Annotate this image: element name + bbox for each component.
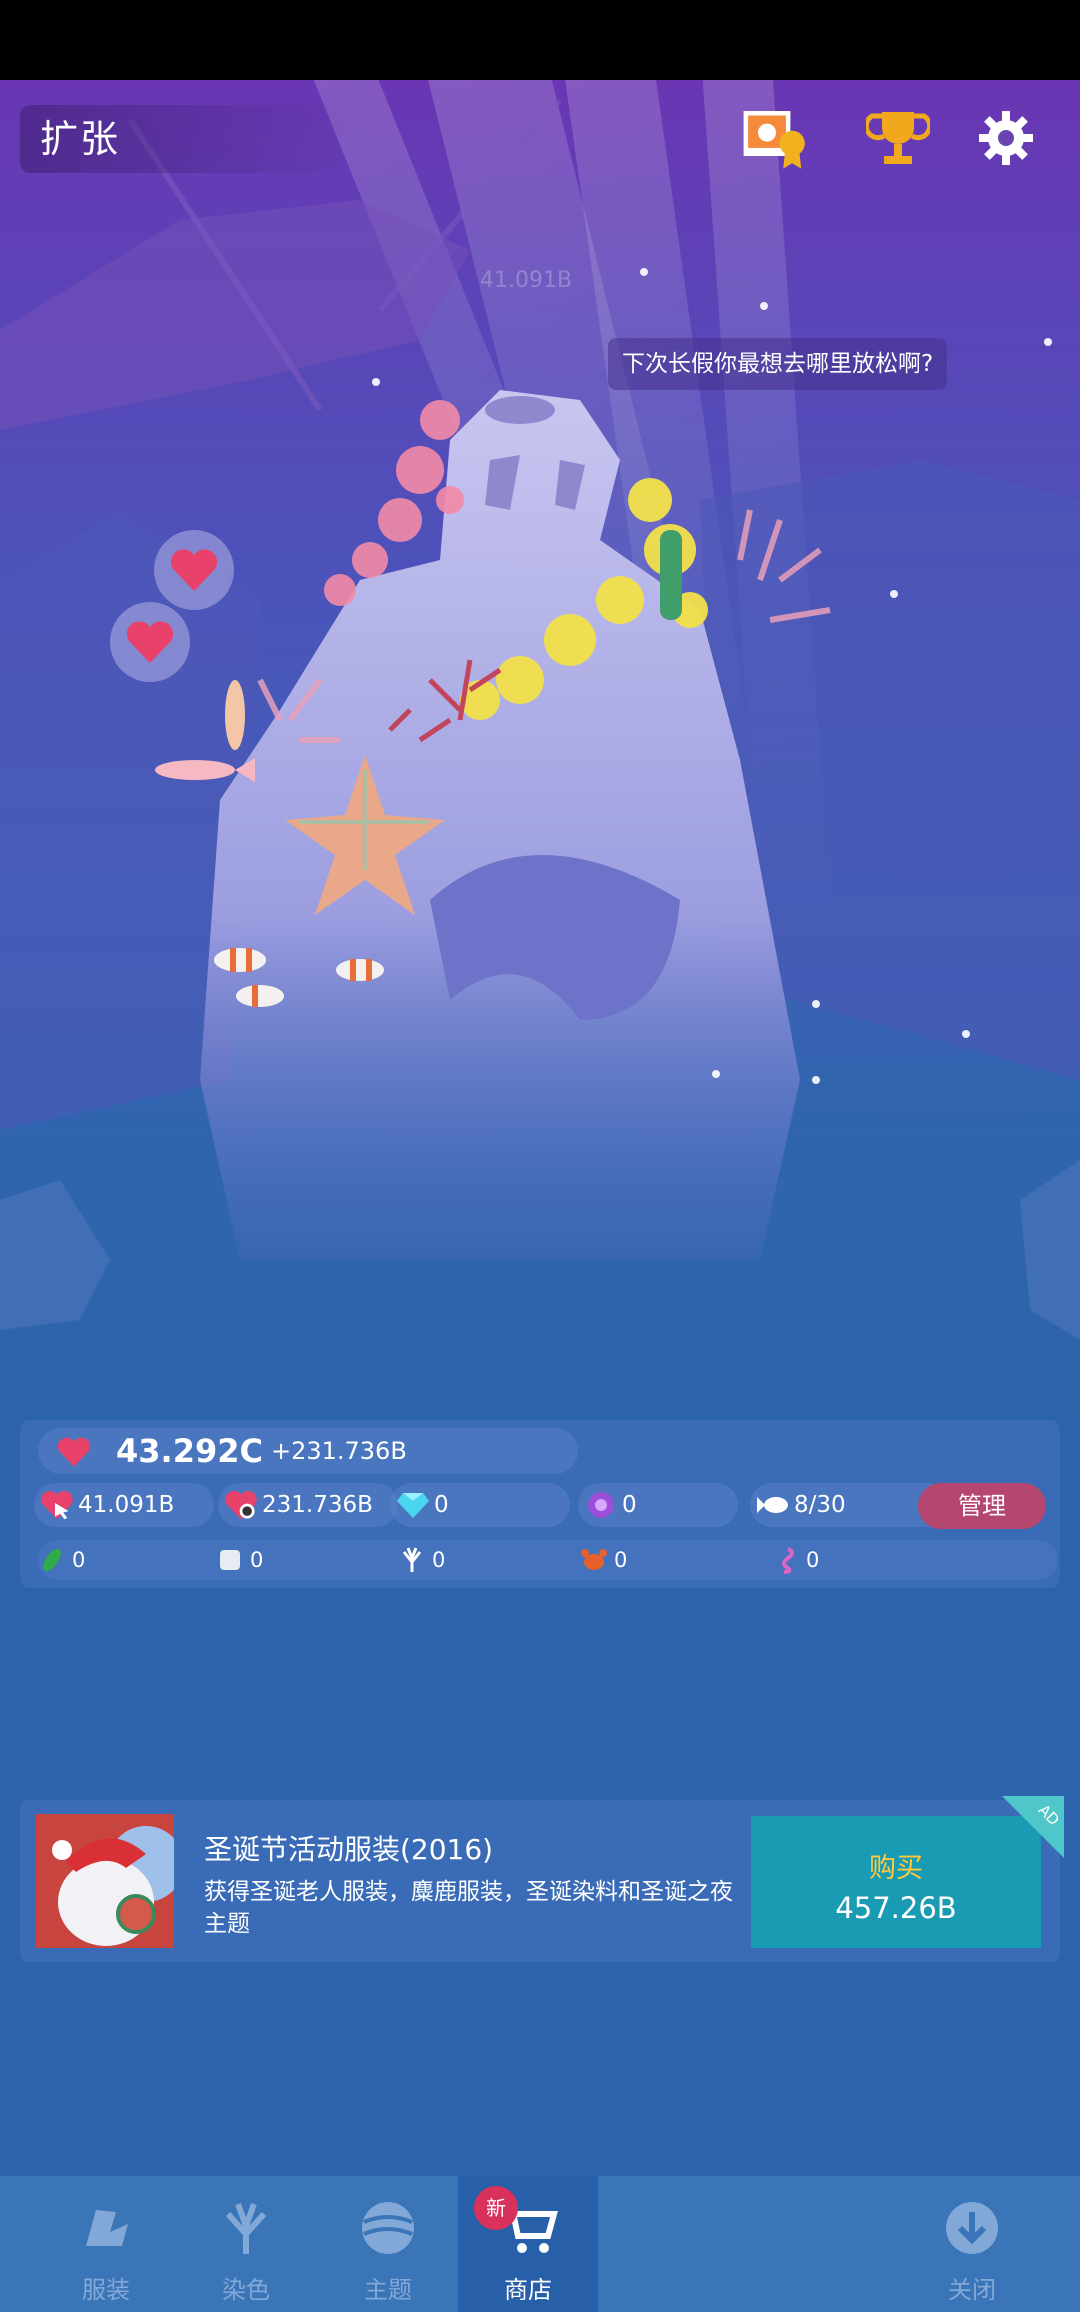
costume-icon: [76, 2200, 136, 2256]
idle-heart-icon: [224, 1488, 258, 1522]
nav-close[interactable]: 关闭: [902, 2176, 1042, 2312]
gems-value: 0: [434, 1492, 449, 1518]
seaweed-icon: [38, 1546, 66, 1574]
shell-icon: [216, 1546, 244, 1574]
fish-speech-bubble[interactable]: 下次长假你最想去哪里放松啊?: [608, 338, 948, 390]
shell-count: 0: [250, 1548, 264, 1572]
heart-icon: [170, 549, 218, 591]
offer-description: 获得圣诞老人服装，麋鹿服装，圣诞染料和圣诞之夜主题: [204, 1879, 733, 1937]
status-bar: [0, 0, 1080, 80]
bubble-particle: [962, 1030, 970, 1038]
offer-title: 圣诞节活动服装(2016): [204, 1833, 494, 1866]
stats-panel: 43.292C +231.736B 41.091B 231.736B 0 0 8…: [20, 1420, 1060, 1588]
manage-button[interactable]: 管理: [918, 1483, 1046, 1529]
buy-price: 457.26B: [835, 1891, 957, 1925]
photo-award-button[interactable]: [740, 102, 812, 174]
nav-costume[interactable]: 服装: [36, 2176, 176, 2312]
pearls-chip: 0: [578, 1483, 738, 1527]
crab-chip: 0: [580, 1542, 627, 1578]
bubble-particle: [1044, 338, 1052, 346]
gems-chip: 0: [390, 1483, 570, 1527]
buy-button[interactable]: 购买 457.26B: [751, 1816, 1041, 1948]
idle-income-value: 231.736B: [262, 1492, 373, 1518]
trophy-button[interactable]: [862, 102, 934, 174]
bubble-particle: [812, 1000, 820, 1008]
offer-thumbnail: [36, 1814, 174, 1948]
nav-dye-label: 染色: [222, 2276, 270, 2304]
shell-chip: 0: [216, 1542, 263, 1578]
coral-count: 0: [432, 1548, 446, 1572]
nav-theme[interactable]: 主题: [318, 2176, 458, 2312]
trophy-icon: [866, 112, 930, 164]
seaweed-chip: 0: [38, 1542, 85, 1578]
crab-count: 0: [614, 1548, 628, 1572]
materials-row: [38, 1540, 1058, 1580]
fish-count-value: 8/30: [794, 1492, 846, 1518]
diamond-icon: [396, 1488, 430, 1522]
download-close-icon: [942, 2200, 1002, 2256]
coral-icon: [398, 1546, 426, 1574]
coral-chip: 0: [398, 1542, 445, 1578]
photo-award-icon: [743, 111, 805, 169]
bubble-particle: [890, 590, 898, 598]
settings-button[interactable]: [970, 102, 1042, 174]
nav-theme-label: 主题: [364, 2276, 412, 2304]
heart-icon: [57, 1437, 91, 1467]
clownfish-group: [214, 948, 384, 1007]
bottom-nav: 服装 染色 主题 新 商店 关闭: [0, 2176, 1080, 2312]
bubble-particle: [640, 268, 648, 276]
pearls-value: 0: [622, 1492, 637, 1518]
gear-icon: [979, 111, 1033, 165]
bubble-particle: [760, 302, 768, 310]
bubble-particle: [372, 378, 380, 386]
heart-bubble[interactable]: [154, 530, 234, 610]
dye-icon: [216, 2200, 276, 2256]
theme-icon: [358, 2200, 418, 2256]
floating-income-number: 41.091B: [480, 268, 573, 293]
crab-icon: [580, 1546, 608, 1574]
new-badge: 新: [474, 2186, 518, 2230]
fish-icon: [756, 1488, 790, 1522]
heart-icon: [126, 621, 174, 663]
seahorse-icon: [772, 1546, 800, 1574]
nav-costume-label: 服装: [82, 2276, 130, 2304]
bubble-particle: [812, 1076, 820, 1084]
pearl-icon: [584, 1488, 618, 1522]
expand-title[interactable]: 扩张: [20, 105, 350, 173]
seahorse-count: 0: [806, 1548, 820, 1572]
total-hearts-row: 43.292C +231.736B: [38, 1428, 578, 1474]
nav-dye[interactable]: 染色: [176, 2176, 316, 2312]
total-hearts-value: 43.292C: [116, 1432, 263, 1470]
small-fish: [225, 680, 245, 750]
seahorse-chip: 0: [772, 1542, 819, 1578]
tap-income-value: 41.091B: [78, 1492, 175, 1518]
ad-tag: AD: [1002, 1796, 1064, 1858]
starfish: [285, 755, 445, 915]
idle-income-chip: 231.736B: [218, 1483, 398, 1527]
bubble-particle: [712, 1070, 720, 1078]
offer-card: 圣诞节活动服装(2016) 获得圣诞老人服装，麋鹿服装，圣诞染料和圣诞之夜主题 …: [20, 1796, 1064, 1962]
nav-shop-label: 商店: [504, 2276, 552, 2304]
tap-income-chip: 41.091B: [34, 1483, 214, 1527]
tap-heart-icon: [40, 1488, 74, 1522]
nav-shop[interactable]: 新 商店: [458, 2176, 598, 2312]
heart-bubble[interactable]: [110, 602, 190, 682]
nav-close-label: 关闭: [948, 2276, 996, 2304]
seaweed-count: 0: [72, 1548, 86, 1572]
hearts-per-second: +231.736B: [270, 1437, 407, 1465]
buy-label: 购买: [869, 1853, 923, 1884]
